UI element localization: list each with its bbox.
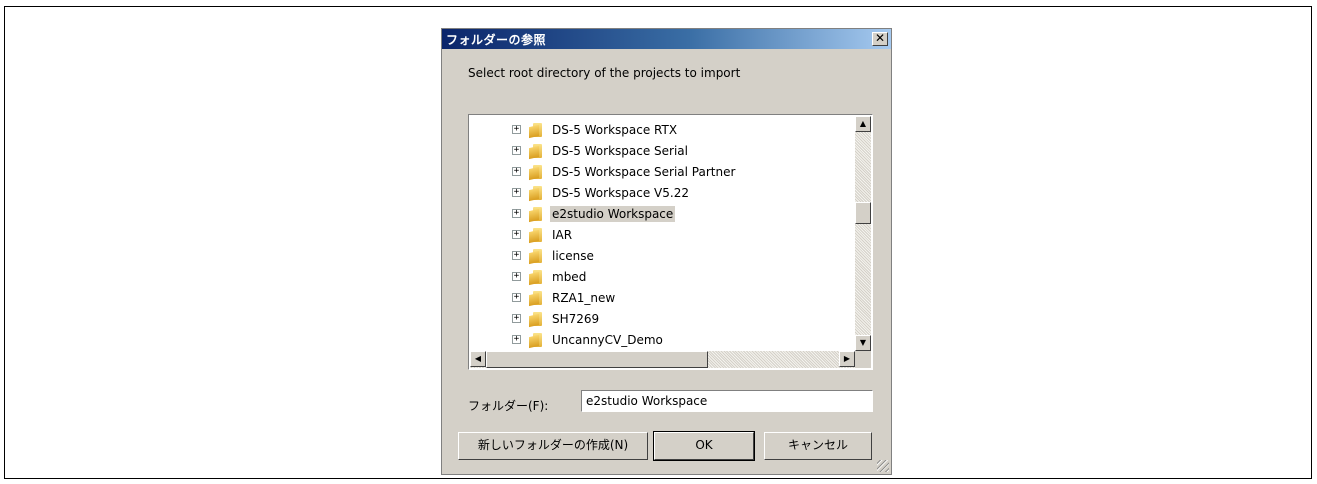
browse-folder-dialog: フォルダーの参照 ✕ Select root directory of the … <box>441 28 892 475</box>
expand-toggle-icon[interactable]: + <box>512 251 521 260</box>
ok-button[interactable]: OK <box>653 431 755 461</box>
tree-item-label: IAR <box>552 228 573 242</box>
expand-toggle-icon[interactable]: + <box>512 335 521 344</box>
folder-tree[interactable]: + DS-5 Workspace RTX + DS-5 Workspace Seria… <box>468 114 873 370</box>
tree-item[interactable]: + IAR <box>470 225 850 246</box>
vertical-scroll-thumb[interactable] <box>855 202 871 224</box>
expand-toggle-icon[interactable]: + <box>512 125 521 134</box>
folder-icon <box>529 165 545 181</box>
tree-item[interactable]: + license <box>470 246 850 267</box>
folder-icon <box>529 291 545 307</box>
tree-item[interactable]: + RZA1_new <box>470 288 850 309</box>
folder-field-label: フォルダー(F): <box>468 399 549 413</box>
tree-item-label: license <box>552 249 594 263</box>
folder-icon <box>529 207 545 223</box>
scroll-up-button[interactable]: ▲ <box>855 116 871 132</box>
tree-item-label: e2studio Workspace <box>550 206 676 222</box>
folder-icon <box>529 249 545 265</box>
scroll-down-button[interactable]: ▼ <box>855 335 871 351</box>
close-button[interactable]: ✕ <box>872 32 888 46</box>
expand-toggle-icon[interactable]: + <box>512 230 521 239</box>
expand-toggle-icon[interactable]: + <box>512 209 521 218</box>
dialog-title: フォルダーの参照 <box>446 33 547 47</box>
folder-icon <box>529 144 545 160</box>
vertical-scrollbar[interactable]: ▲ ▼ <box>855 116 871 351</box>
tree-item-label: UncannyCV_Demo <box>552 333 663 347</box>
folder-tree-viewport: + DS-5 Workspace RTX + DS-5 Workspace Seria… <box>470 116 855 351</box>
expand-toggle-icon[interactable]: + <box>512 188 521 197</box>
cancel-button[interactable]: キャンセル <box>764 432 872 460</box>
new-folder-button[interactable]: 新しいフォルダーの作成(N) <box>458 432 648 460</box>
folder-input[interactable]: e2studio Workspace <box>581 390 873 412</box>
title-bar[interactable]: フォルダーの参照 ✕ <box>442 29 891 49</box>
horizontal-scroll-thumb[interactable] <box>486 351 708 368</box>
tree-item[interactable]: + UncannyCV_Demo <box>470 330 850 351</box>
expand-toggle-icon[interactable]: + <box>512 293 521 302</box>
folder-icon <box>529 333 545 349</box>
folder-icon <box>529 312 545 328</box>
scroll-right-button[interactable]: ▶ <box>839 351 855 367</box>
tree-item[interactable]: + DS-5 Workspace Serial <box>470 141 850 162</box>
tree-item-label: SH7269 <box>552 312 600 326</box>
tree-item-label: DS-5 Workspace RTX <box>552 123 678 137</box>
folder-icon <box>529 270 545 286</box>
scroll-corner <box>855 351 871 368</box>
horizontal-scrollbar[interactable]: ◀ ▶ <box>470 351 855 368</box>
tree-item[interactable]: + mbed <box>470 267 850 288</box>
tree-item-label: DS-5 Workspace Serial <box>552 144 688 158</box>
expand-toggle-icon[interactable]: + <box>512 167 521 176</box>
expand-toggle-icon[interactable]: + <box>512 314 521 323</box>
expand-toggle-icon[interactable]: + <box>512 146 521 155</box>
scroll-left-button[interactable]: ◀ <box>470 351 486 367</box>
tree-item[interactable]: + DS-5 Workspace V5.22 <box>470 183 850 204</box>
tree-item[interactable]: + DS-5 Workspace Serial Partner <box>470 162 850 183</box>
tree-item[interactable]: + SH7269 <box>470 309 850 330</box>
tree-item-label: DS-5 Workspace V5.22 <box>552 186 689 200</box>
folder-icon <box>529 186 545 202</box>
tree-item[interactable]: + DS-5 Workspace RTX <box>470 120 850 141</box>
tree-item-label: DS-5 Workspace Serial Partner <box>552 165 736 179</box>
folder-icon <box>529 228 545 244</box>
tree-item-label: mbed <box>552 270 587 284</box>
dialog-prompt: Select root directory of the projects to… <box>468 66 741 80</box>
tree-item[interactable]: + e2studio Workspace <box>470 204 850 225</box>
resize-grip[interactable] <box>877 460 889 472</box>
folder-icon <box>529 123 545 139</box>
tree-item-label: RZA1_new <box>552 291 616 305</box>
expand-toggle-icon[interactable]: + <box>512 272 521 281</box>
